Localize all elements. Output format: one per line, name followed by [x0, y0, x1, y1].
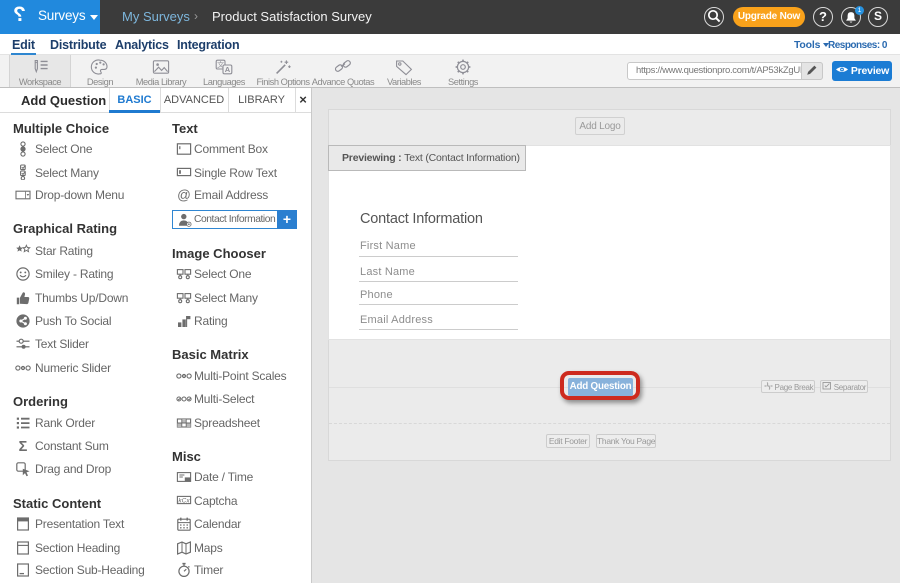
svg-text:A: A [225, 65, 231, 74]
svg-text:kCx: kCx [178, 497, 190, 504]
svg-text:@: @ [177, 188, 191, 203]
svg-text:Σ: Σ [19, 439, 28, 454]
